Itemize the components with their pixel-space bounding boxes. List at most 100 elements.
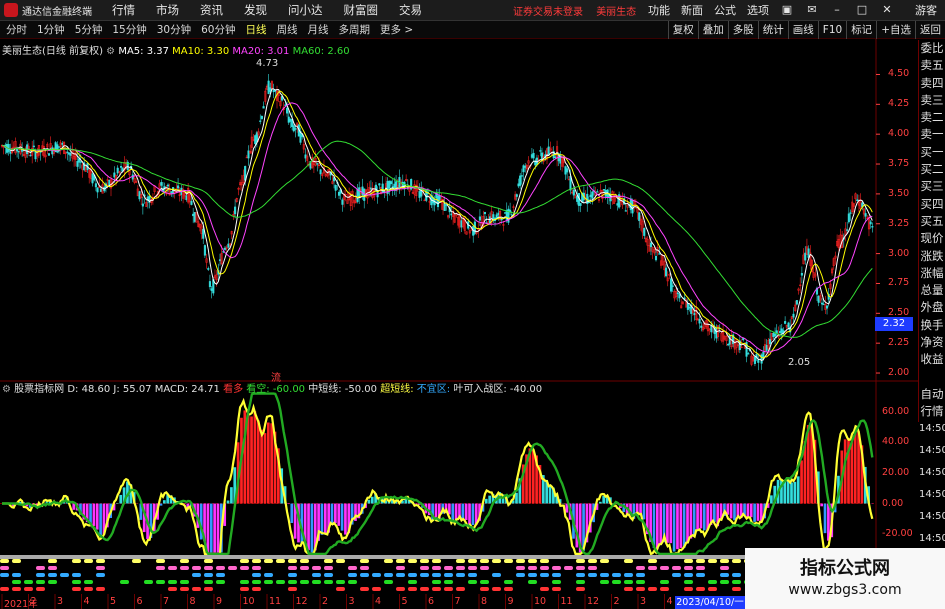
period-1min[interactable]: 1分钟 bbox=[37, 22, 65, 37]
minimize-icon[interactable]: – bbox=[830, 4, 844, 16]
signal-dot bbox=[276, 559, 285, 563]
menu-formula[interactable]: 公式 bbox=[714, 2, 736, 18]
tool-stats[interactable]: 统计 bbox=[757, 20, 788, 39]
macd-bar bbox=[488, 495, 491, 504]
login-status[interactable]: 证券交易未登录 bbox=[513, 7, 583, 18]
side-panel-item[interactable]: 买一 bbox=[919, 144, 945, 161]
signal-dot bbox=[624, 580, 633, 584]
period-more[interactable]: 更多 > bbox=[380, 22, 413, 37]
signal-dot bbox=[324, 559, 333, 563]
side-panel-item[interactable]: 行情 bbox=[919, 403, 945, 420]
side-panel-item[interactable]: 现价 bbox=[919, 230, 945, 247]
tool-add-watch[interactable]: +自选 bbox=[876, 20, 915, 39]
menu-wealth[interactable]: 财富圈 bbox=[344, 2, 379, 18]
macd-bar bbox=[548, 485, 552, 504]
menu-market[interactable]: 市场 bbox=[156, 2, 179, 18]
stock-chart[interactable] bbox=[0, 39, 945, 609]
menu-news[interactable]: 资讯 bbox=[200, 2, 223, 18]
signal-dot bbox=[480, 587, 489, 591]
tool-multistock[interactable]: 多股 bbox=[727, 20, 758, 39]
menu-discover[interactable]: 发现 bbox=[244, 2, 267, 18]
side-panel-item[interactable]: 换手 bbox=[919, 317, 945, 334]
period-daily[interactable]: 日线 bbox=[246, 22, 267, 37]
date-tick-label: 8 bbox=[481, 596, 488, 607]
candle-body bbox=[847, 213, 850, 223]
candle-body bbox=[658, 253, 661, 255]
current-stock: 美丽生态 bbox=[596, 6, 637, 18]
tool-adjust[interactable]: 复权 bbox=[667, 20, 698, 39]
macd-bar bbox=[682, 503, 686, 548]
macd-bar bbox=[820, 503, 824, 507]
macd-bar bbox=[246, 414, 250, 504]
candle-body bbox=[700, 325, 703, 328]
signal-dot bbox=[168, 587, 177, 591]
signal-dot bbox=[468, 559, 477, 563]
tool-f10[interactable]: F10 bbox=[817, 20, 846, 39]
signal-dot bbox=[192, 587, 201, 591]
menu-function[interactable]: 功能 bbox=[648, 2, 670, 18]
date-tick-label: 11 bbox=[560, 596, 573, 607]
candle-body bbox=[856, 199, 859, 202]
menu-ask[interactable]: 问小达 bbox=[288, 2, 323, 18]
period-5min[interactable]: 5分钟 bbox=[75, 22, 103, 37]
tool-back[interactable]: 返回 bbox=[915, 20, 945, 39]
period-timeshare[interactable]: 分时 bbox=[6, 22, 27, 37]
side-panel-item[interactable]: 总量 bbox=[919, 282, 945, 299]
tool-mark[interactable]: 标记 bbox=[846, 20, 876, 39]
period-multi[interactable]: 多周期 bbox=[339, 22, 371, 37]
period-15min[interactable]: 15分钟 bbox=[112, 22, 146, 37]
tool-draw[interactable]: 画线 bbox=[787, 20, 818, 39]
macd-bar bbox=[464, 503, 468, 521]
side-panel-item[interactable]: 涨跌 bbox=[919, 248, 945, 265]
candle-body bbox=[519, 175, 522, 186]
macd-bar bbox=[531, 449, 535, 504]
signal-dot bbox=[684, 587, 693, 591]
maximize-icon[interactable]: □ bbox=[855, 4, 869, 16]
candle-body bbox=[120, 166, 123, 168]
candle-body bbox=[670, 278, 673, 292]
signal-dot bbox=[540, 587, 549, 591]
menu-quotes[interactable]: 行情 bbox=[112, 2, 135, 18]
period-30min[interactable]: 30分钟 bbox=[157, 22, 191, 37]
signal-dot bbox=[240, 559, 249, 563]
candle-body bbox=[715, 327, 718, 339]
guest-user[interactable]: 游客 bbox=[915, 2, 937, 18]
side-panel-item[interactable]: 买五 bbox=[919, 213, 945, 230]
side-panel-item[interactable]: 自动 bbox=[919, 386, 945, 403]
candle-body bbox=[665, 267, 668, 277]
period-monthly[interactable]: 月线 bbox=[308, 22, 329, 37]
menu-newpage[interactable]: 新面 bbox=[681, 2, 703, 18]
candle-body bbox=[864, 213, 867, 217]
close-icon[interactable]: ✕ bbox=[880, 4, 894, 16]
message-icon[interactable]: ✉ bbox=[805, 4, 819, 16]
tool-overlay[interactable]: 叠加 bbox=[697, 20, 728, 39]
side-panel-item[interactable]: 卖三 bbox=[919, 92, 945, 109]
side-panel-item[interactable]: 买二 bbox=[919, 161, 945, 178]
side-panel-item[interactable]: 卖五 bbox=[919, 57, 945, 74]
side-panel-item[interactable]: 买三 bbox=[919, 178, 945, 195]
side-panel-item[interactable]: 净资 bbox=[919, 334, 945, 351]
side-panel-item[interactable]: 外盘 bbox=[919, 299, 945, 316]
period-60min[interactable]: 60分钟 bbox=[201, 22, 235, 37]
side-panel-item[interactable]: 买四 bbox=[919, 196, 945, 213]
side-panel-item[interactable]: 卖四 bbox=[919, 75, 945, 92]
macd-bar bbox=[702, 503, 706, 531]
side-panel-item[interactable]: 收益 bbox=[919, 351, 945, 368]
side-panel-item[interactable]: 委比 bbox=[919, 40, 945, 57]
period-weekly[interactable]: 周线 bbox=[277, 22, 298, 37]
signal-dot bbox=[540, 573, 549, 577]
menu-options[interactable]: 选项 bbox=[747, 2, 769, 18]
settings-icon[interactable]: ⚙ bbox=[106, 46, 115, 57]
side-panel-item[interactable]: 卖二 bbox=[919, 109, 945, 126]
skin-icon[interactable]: ▣ bbox=[780, 4, 794, 16]
side-panel-item[interactable]: 涨幅 bbox=[919, 265, 945, 282]
date-tick-label: 8 bbox=[189, 596, 196, 607]
ma10-label: MA10: 3.30 bbox=[172, 46, 230, 57]
menu-trade[interactable]: 交易 bbox=[399, 2, 422, 18]
candle-body bbox=[66, 151, 69, 154]
indicator-settings-icon[interactable]: ⚙ bbox=[2, 384, 11, 395]
candle-body bbox=[825, 305, 829, 309]
candle-body bbox=[207, 268, 210, 270]
side-panel-item[interactable]: 卖一 bbox=[919, 126, 945, 143]
signal-dot bbox=[204, 580, 213, 584]
